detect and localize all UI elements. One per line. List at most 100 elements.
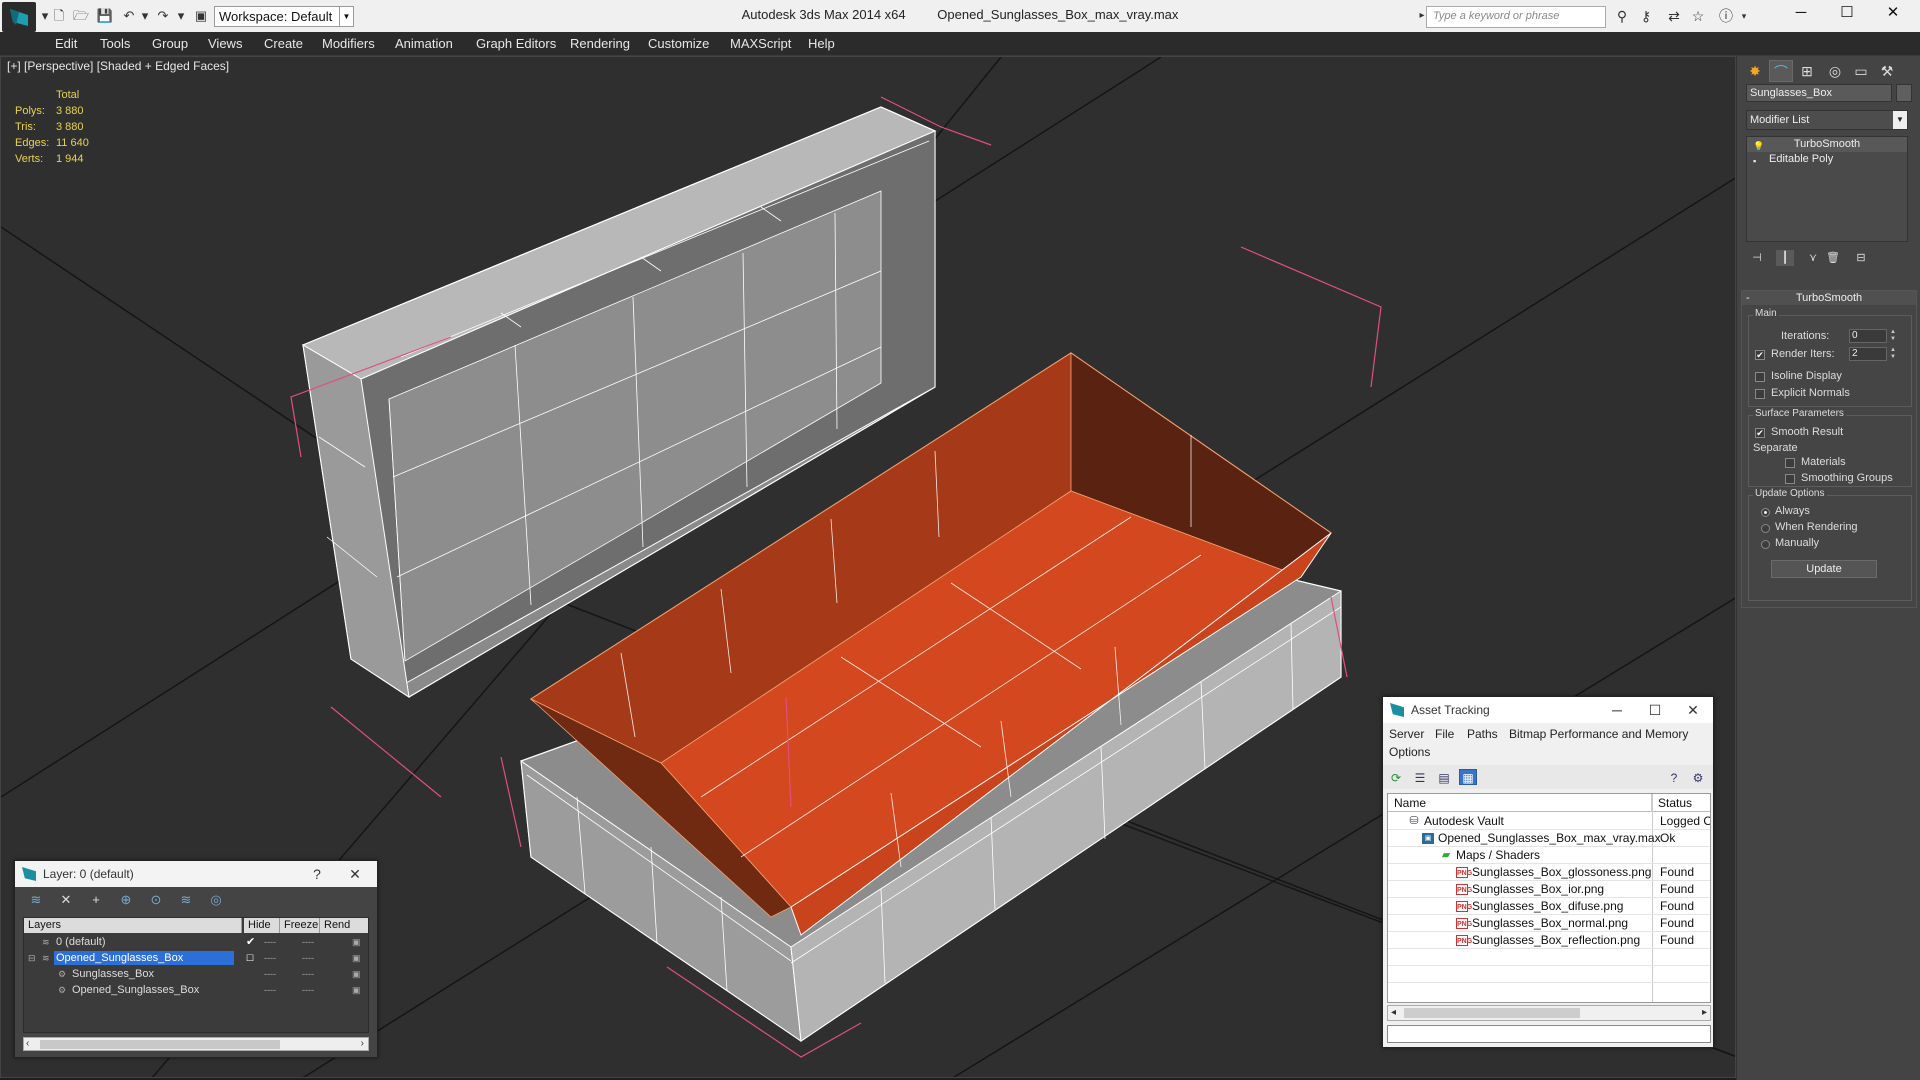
menu-bitmap-performance[interactable]: Bitmap Performance and Memory (1509, 727, 1688, 741)
object-name-field[interactable]: Sunglasses_Box (1746, 84, 1892, 102)
asset-row[interactable]: PNG Sunglasses_Box_difuse.png Found (1388, 898, 1710, 915)
column-header-name[interactable]: Name (1388, 794, 1652, 812)
open-file-icon[interactable]: 🗁 (72, 7, 90, 25)
minimize-button[interactable]: ─ (1599, 697, 1635, 723)
update-button[interactable]: Update (1771, 560, 1877, 578)
freeze-toggle[interactable]: ---- (302, 966, 314, 982)
menu-paths[interactable]: Paths (1467, 727, 1498, 741)
render-toggle-icon[interactable]: ▣ (352, 934, 361, 950)
spinner-arrows-icon[interactable]: ▲ ▼ (1889, 347, 1897, 361)
menu-server[interactable]: Server (1389, 727, 1424, 741)
menu-group[interactable]: Group (152, 36, 188, 51)
render-toggle-icon[interactable]: ▣ (352, 966, 361, 982)
asset-row[interactable]: ⛁ Autodesk Vault Logged O (1388, 813, 1710, 830)
layer-row[interactable]: ⚙ Sunglasses_Box ---- ---- ▣ (24, 966, 368, 982)
menu-edit[interactable]: Edit (55, 36, 77, 51)
make-unique-icon[interactable]: ⋎ (1804, 250, 1822, 266)
new-file-icon[interactable]: 🗋 (50, 7, 68, 25)
show-end-result-icon[interactable]: ┃ (1776, 250, 1794, 266)
configure-sets-icon[interactable]: ⊟ (1852, 250, 1870, 266)
horizontal-scrollbar[interactable]: ‹ › (23, 1037, 369, 1051)
delete-layer-icon[interactable]: ✕ (57, 892, 75, 908)
scroll-thumb[interactable] (1404, 1008, 1580, 1018)
exchange-icon[interactable]: ⇄ (1664, 7, 1684, 25)
workspace-dropdown[interactable]: Workspace: Default ▼ (214, 6, 354, 27)
add-selected-to-layer-icon[interactable]: ⊕ (117, 892, 135, 908)
settings-icon[interactable]: ⚙ (1689, 769, 1707, 785)
layer-window-titlebar[interactable]: Layer: 0 (default) ? ✕ (15, 861, 377, 887)
pin-stack-icon[interactable]: ⊣ (1748, 250, 1766, 266)
spinner-arrows-icon[interactable]: ▲ ▼ (1889, 329, 1897, 343)
help-dropdown-icon[interactable]: ▾ (1734, 7, 1754, 25)
add-layer-icon[interactable]: + (87, 892, 105, 908)
column-header-layers[interactable]: Layers (24, 918, 242, 933)
utilities-tab-icon[interactable]: ⚒ (1875, 60, 1899, 82)
table-view-icon[interactable]: ▦ (1459, 769, 1477, 785)
favorites-star-icon[interactable]: ☆ (1688, 7, 1708, 25)
rollout-header[interactable]: - TurboSmooth (1742, 291, 1916, 305)
asset-row[interactable]: ▣ Opened_Sunglasses_Box_max_vray.max Ok (1388, 830, 1710, 847)
menu-tools[interactable]: Tools (100, 36, 130, 51)
freeze-toggle[interactable]: ---- (302, 934, 314, 950)
stack-item-turbosmooth[interactable]: 💡 TurboSmooth (1747, 137, 1907, 152)
menu-modifiers[interactable]: Modifiers (322, 36, 375, 51)
explicit-normals-checkbox[interactable] (1755, 389, 1765, 399)
layer-manager-icon[interactable]: ≋ (27, 892, 45, 908)
menu-help[interactable]: Help (808, 36, 835, 51)
modifier-list-dropdown[interactable]: Modifier List ▼ (1746, 110, 1908, 130)
create-tab-icon[interactable]: ✸ (1743, 60, 1767, 82)
help-icon[interactable]: ⓘ (1716, 7, 1736, 25)
undo-dropdown-icon[interactable]: ▾ (136, 7, 154, 25)
list-view-icon[interactable]: ☰ (1411, 769, 1429, 785)
project-folder-icon[interactable]: ▣ (192, 7, 210, 25)
hide-all-layers-icon[interactable]: ◎ (207, 892, 225, 908)
hide-toggle[interactable]: ---- (264, 934, 276, 950)
display-tab-icon[interactable]: ▭ (1849, 60, 1873, 82)
layer-row[interactable]: ≋ 0 (default) ✔ ---- ---- ▣ (24, 934, 368, 950)
app-logo-icon[interactable] (2, 2, 36, 32)
motion-tab-icon[interactable]: ◎ (1823, 60, 1847, 82)
layer-row[interactable]: ⚙ Opened_Sunglasses_Box ---- ---- ▣ (24, 982, 368, 998)
menu-customize[interactable]: Customize (648, 36, 709, 51)
menu-file[interactable]: File (1435, 727, 1454, 741)
close-button[interactable]: ✕ (337, 861, 373, 887)
key-icon[interactable]: ⚷ (1636, 7, 1656, 25)
save-file-icon[interactable]: 💾 (96, 7, 114, 25)
menu-views[interactable]: Views (208, 36, 242, 51)
asset-row[interactable]: PNG Sunglasses_Box_reflection.png Found (1388, 932, 1710, 949)
always-radio[interactable] (1761, 508, 1770, 517)
stack-item-editable-poly[interactable]: ▪ Editable Poly (1747, 152, 1907, 167)
help-button[interactable]: ? (299, 861, 335, 887)
column-header-hide[interactable]: Hide (244, 918, 280, 933)
help-icon[interactable]: ? (1665, 769, 1683, 785)
layer-row[interactable]: ⊟ ≋ Opened_Sunglasses_Box ☐ ---- ---- ▣ (24, 950, 368, 966)
select-objects-in-layer-icon[interactable]: ⊙ (147, 892, 165, 908)
asset-row[interactable]: PNG Sunglasses_Box_normal.png Found (1388, 915, 1710, 932)
binoculars-icon[interactable]: ⚲ (1612, 7, 1632, 25)
isoline-display-checkbox[interactable] (1755, 372, 1765, 382)
object-color-swatch[interactable] (1896, 84, 1912, 102)
set-active-box-icon[interactable]: ☐ (246, 950, 254, 966)
close-button[interactable]: ✕ (1870, 0, 1916, 28)
asset-row[interactable]: PNG Sunglasses_Box_ior.png Found (1388, 881, 1710, 898)
when-rendering-radio[interactable] (1761, 524, 1770, 533)
detail-view-icon[interactable]: ▤ (1435, 769, 1453, 785)
menu-rendering[interactable]: Rendering (570, 36, 630, 51)
remove-modifier-icon[interactable]: 🗑 (1824, 250, 1842, 266)
asset-row[interactable]: ▰ Maps / Shaders (1388, 847, 1710, 864)
render-toggle-icon[interactable]: ▣ (352, 982, 361, 998)
manually-radio[interactable] (1761, 540, 1770, 549)
render-iters-spinner[interactable]: 2 (1849, 347, 1887, 361)
smooth-result-checkbox[interactable]: ✔ (1755, 428, 1765, 438)
menu-graph-editors[interactable]: Graph Editors (476, 36, 556, 51)
hide-toggle[interactable]: ---- (264, 982, 276, 998)
scroll-left-icon[interactable]: ‹ (26, 1038, 29, 1050)
horizontal-scrollbar[interactable]: ◂ ▸ (1387, 1005, 1711, 1021)
scroll-left-icon[interactable]: ◂ (1391, 1006, 1396, 1020)
column-header-render[interactable]: Rend (320, 918, 368, 933)
freeze-toggle[interactable]: ---- (302, 950, 314, 966)
column-header-freeze[interactable]: Freeze (280, 918, 320, 933)
close-button[interactable]: ✕ (1675, 697, 1711, 723)
highlight-selected-layer-icon[interactable]: ≋ (177, 892, 195, 908)
viewport-label[interactable]: [+] [Perspective] [Shaded + Edged Faces] (7, 59, 229, 73)
